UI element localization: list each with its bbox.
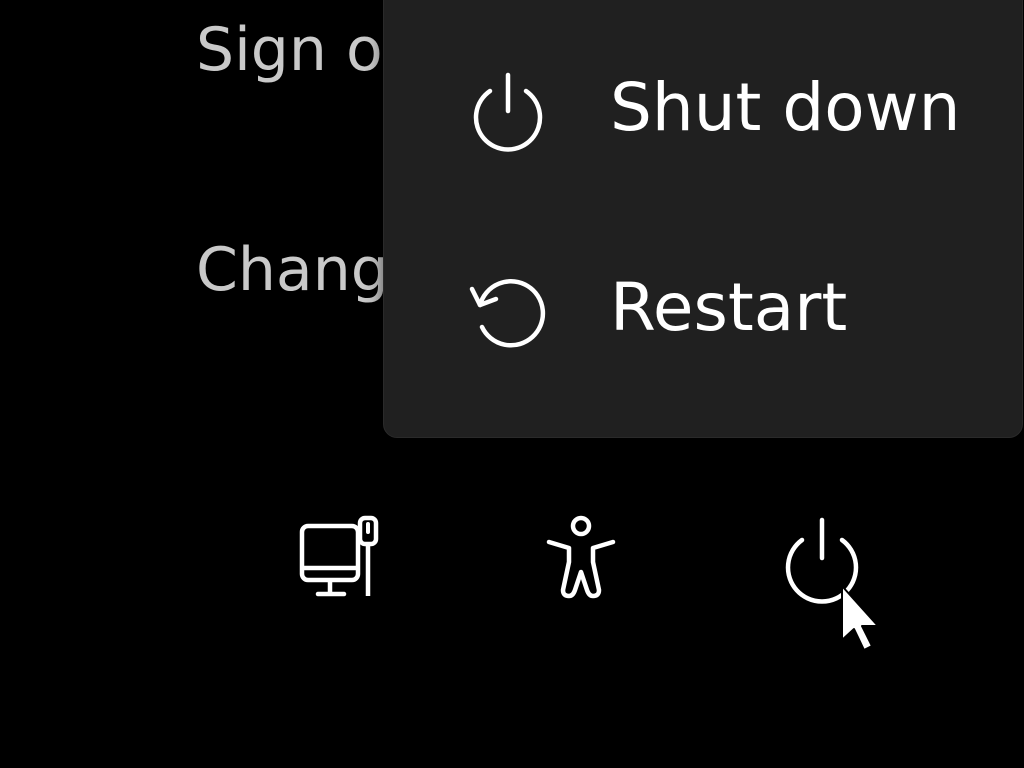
power-icon[interactable] [776, 512, 868, 604]
change-password-option[interactable]: Chang [196, 240, 389, 300]
power-icon [473, 72, 543, 152]
shut-down-menu-item[interactable]: Shut down [384, 33, 1022, 193]
sign-out-option[interactable]: Sign o [196, 20, 383, 80]
network-icon[interactable] [296, 512, 388, 604]
lock-screen: Sign o Chang Shut down Restart [0, 0, 1024, 768]
accessibility-icon[interactable] [535, 512, 627, 604]
restart-menu-item[interactable]: Restart [384, 233, 1022, 393]
shut-down-label: Shut down [610, 69, 961, 146]
restart-icon [469, 279, 546, 348]
restart-label: Restart [610, 269, 848, 346]
power-options-menu: Shut down Restart [383, 0, 1023, 438]
